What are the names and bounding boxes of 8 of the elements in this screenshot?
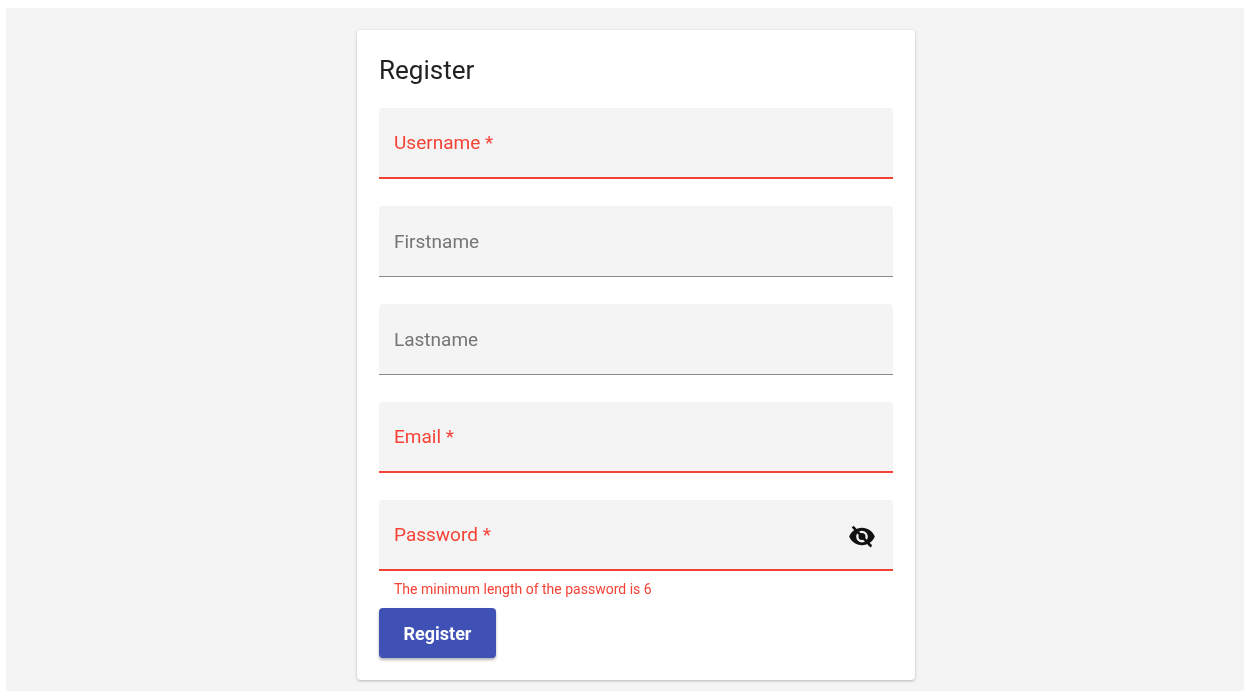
input-field[interactable]: Username * xyxy=(379,108,893,179)
error-message: The minimum length of the password is 6 xyxy=(393,580,653,598)
input-field[interactable]: Password * xyxy=(379,500,893,571)
input-field[interactable]: Lastname xyxy=(379,304,893,375)
input-field[interactable]: Firstname xyxy=(379,206,893,277)
card-title: Register xyxy=(379,54,475,86)
register-button[interactable]: Register xyxy=(379,608,496,658)
input-field[interactable]: Email * xyxy=(379,402,893,473)
